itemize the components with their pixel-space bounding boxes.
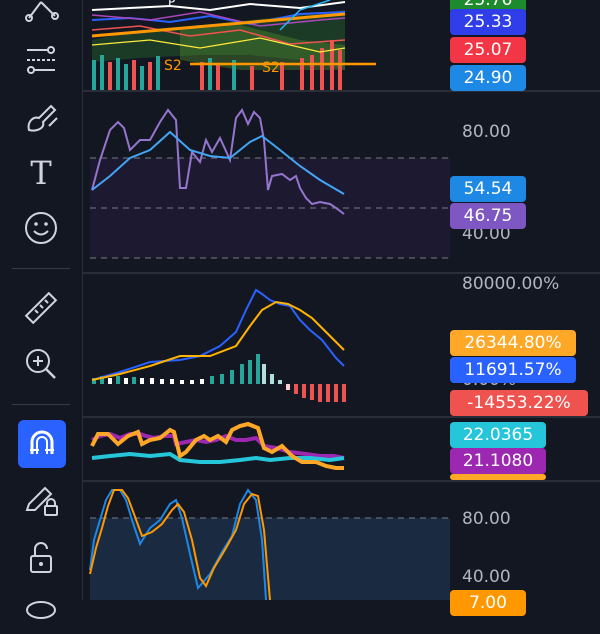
lock-drawings-tool[interactable] (14, 476, 68, 524)
s2-label: S2 (262, 60, 280, 76)
adx-pane (90, 421, 345, 470)
svg-text:T: T (30, 154, 52, 192)
magnet-icon (30, 430, 54, 454)
measure-tool[interactable] (14, 284, 68, 332)
zoom-in-icon (26, 349, 56, 379)
stoch-value-label: 7.00 (450, 590, 526, 616)
fib-retracement-icon (27, 46, 55, 74)
eye-icon (26, 601, 56, 619)
lock-tool[interactable] (14, 532, 68, 580)
text-icon: T (30, 154, 52, 192)
rsi-axis-80: 80.00 (462, 122, 511, 142)
text-tool[interactable]: T (14, 148, 68, 196)
adx-value-label (450, 474, 546, 480)
adx-plus-di-label: 21.1080 (450, 448, 546, 474)
trend-line-tool[interactable] (14, 0, 68, 30)
fib-tool[interactable] (14, 36, 68, 84)
price-pane: P S2 S2 (86, 0, 450, 90)
pane-divider[interactable] (82, 480, 600, 482)
magnet-tool[interactable] (18, 420, 66, 468)
macd-histogram (92, 354, 346, 402)
price-label-blue: 25.33 (450, 9, 526, 35)
macd-pane (91, 288, 346, 402)
s2-label: S2 (164, 58, 182, 74)
pivot-label: P (168, 0, 175, 9)
adx-minus-di-label: 22.0365 (450, 422, 546, 448)
trend-line-icon (25, 1, 59, 22)
toolbar-separator (12, 268, 70, 269)
rsi-pane (90, 108, 450, 259)
stoch-axis-40: 40.00 (462, 567, 511, 587)
zoom-tool[interactable] (14, 340, 68, 388)
stoch-axis-80: 80.00 (462, 509, 511, 529)
brush-tool[interactable] (14, 92, 68, 140)
drawing-toolbar: T (0, 0, 83, 619)
price-label-red: 25.07 (450, 37, 526, 63)
macd-signal-label: 26344.80% (450, 330, 576, 356)
ruler-icon (24, 291, 58, 325)
icon-tool[interactable] (14, 204, 68, 252)
pencil-lock-icon (25, 486, 58, 516)
brush-icon (27, 104, 58, 132)
unlock-icon (30, 542, 52, 573)
rsi-ma-value-label: 46.75 (450, 203, 526, 229)
macd-histogram-label: -14553.22% (450, 390, 588, 416)
rsi-value-label: 54.54 (450, 176, 526, 202)
more-tools[interactable] (14, 586, 68, 634)
smiley-icon (25, 212, 57, 244)
macd-line-label: 11691.57% (450, 357, 576, 383)
macd-axis-top: 80000.00% (462, 274, 560, 294)
toolbar-separator (12, 404, 70, 405)
pane-divider[interactable] (82, 416, 600, 418)
stoch-pane (89, 488, 450, 600)
price-label-lightblue: 24.90 (450, 65, 526, 91)
